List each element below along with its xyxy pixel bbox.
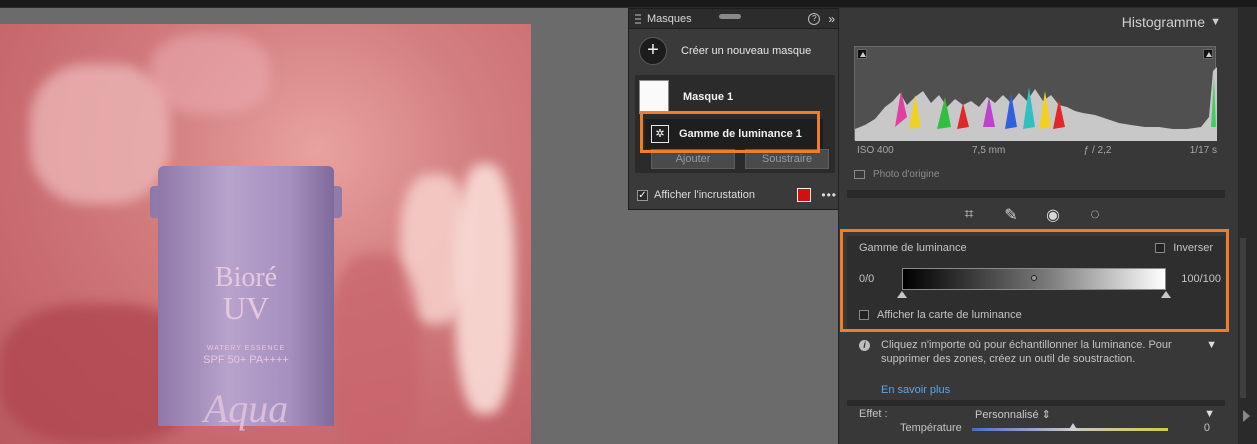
learn-more-link[interactable]: En savoir plus xyxy=(881,383,950,397)
more-options-icon[interactable]: ••• xyxy=(821,188,837,202)
bokeh-blob xyxy=(455,164,515,414)
histogram-title: Histogramme xyxy=(1121,14,1205,30)
divider xyxy=(847,190,1225,198)
original-photo-checkbox[interactable] xyxy=(854,170,865,179)
histogram[interactable] xyxy=(854,46,1217,141)
exif-aperture: ƒ / 2,2 xyxy=(1083,145,1112,156)
tool-strip: ⌗ ✎ ◉ ◌ xyxy=(839,198,1225,232)
red-eye-icon[interactable]: ◉ xyxy=(1042,205,1064,225)
overlay-checkbox[interactable]: ✓ xyxy=(637,189,648,201)
create-mask-label: Créer un nouveau masque xyxy=(681,45,812,57)
histogram-graph xyxy=(855,67,1217,141)
overlay-row: ✓ Afficher l'incrustation ••• xyxy=(637,185,837,205)
info-collapse-icon[interactable]: ▼ xyxy=(1206,338,1217,352)
crop-icon[interactable]: ⌗ xyxy=(958,206,980,224)
effect-dropdown[interactable]: Personnalisé ⇕ xyxy=(975,408,1051,421)
highlight-box-sub-mask xyxy=(640,111,820,153)
right-panel: Histogramme ▼ ISO 400 7,5 mm ƒ / 2,2 1/1… xyxy=(838,8,1238,444)
tube-line2: SPF 50+ PA++++ xyxy=(203,354,289,366)
app-window: Bioré UV WATERY ESSENCE SPF 50+ PA++++ A… xyxy=(0,0,1257,444)
exif-info: ISO 400 7,5 mm ƒ / 2,2 1/17 s xyxy=(857,145,1217,156)
right-scrollbar[interactable] xyxy=(1238,8,1257,444)
temperature-slider-knob[interactable] xyxy=(1068,423,1078,431)
highlight-box-luminance xyxy=(840,229,1229,332)
masks-panel: Masques ? » + Créer un nouveau masque Ma… xyxy=(628,8,842,210)
divider xyxy=(847,400,1225,406)
effect-value: Personnalisé xyxy=(975,409,1039,421)
mask-name: Masque 1 xyxy=(683,91,734,103)
help-icon[interactable]: ? xyxy=(808,12,821,25)
expand-right-icon[interactable] xyxy=(1243,410,1250,422)
healing-icon[interactable]: ✎ xyxy=(1000,205,1022,225)
scrollbar-track[interactable] xyxy=(1240,238,1246,398)
exif-iso: ISO 400 xyxy=(857,145,894,156)
tube-product: UV xyxy=(222,290,270,326)
effect-collapse-icon[interactable]: ▼ xyxy=(1204,408,1215,420)
tube-script: Aqua xyxy=(203,386,289,431)
info-text: Cliquez n'importe où pour échantillonner… xyxy=(881,339,1172,365)
bokeh-blob xyxy=(150,34,270,114)
mask-thumbnail xyxy=(639,80,669,114)
overlay-color-swatch[interactable] xyxy=(797,188,812,202)
overlay-label: Afficher l'incrustation xyxy=(654,189,755,201)
exif-focal: 7,5 mm xyxy=(972,145,1006,156)
masking-icon[interactable]: ◌ xyxy=(1084,206,1106,224)
highlight-clipping-icon[interactable] xyxy=(1203,49,1213,59)
bokeh-blob xyxy=(30,64,170,204)
original-photo-toggle[interactable]: Photo d'origine xyxy=(854,169,939,180)
top-bar xyxy=(0,0,1257,8)
temperature-label: Température xyxy=(900,422,962,434)
create-mask-button[interactable]: + Créer un nouveau masque xyxy=(629,29,841,73)
temperature-value[interactable]: 0 xyxy=(1204,422,1210,434)
collapse-icon[interactable]: » xyxy=(828,12,835,26)
tube-line1: WATERY ESSENCE xyxy=(206,345,286,352)
histogram-collapse-icon[interactable]: ▼ xyxy=(1210,16,1221,28)
bokeh-blob xyxy=(330,254,420,444)
plus-icon[interactable]: + xyxy=(639,37,667,65)
shadow-clipping-icon[interactable] xyxy=(857,49,867,59)
original-photo-label: Photo d'origine xyxy=(873,169,940,180)
masks-header[interactable]: Masques ? » xyxy=(629,9,841,29)
effect-label: Effet : xyxy=(859,408,888,420)
histogram-header[interactable]: Histogramme ▼ xyxy=(839,14,1225,34)
panel-handle-icon[interactable] xyxy=(719,14,741,19)
mask-item[interactable]: Masque 1 xyxy=(639,79,831,115)
info-icon: i xyxy=(859,340,870,351)
exif-shutter: 1/17 s xyxy=(1189,145,1217,156)
drag-grip-icon[interactable] xyxy=(635,13,641,24)
